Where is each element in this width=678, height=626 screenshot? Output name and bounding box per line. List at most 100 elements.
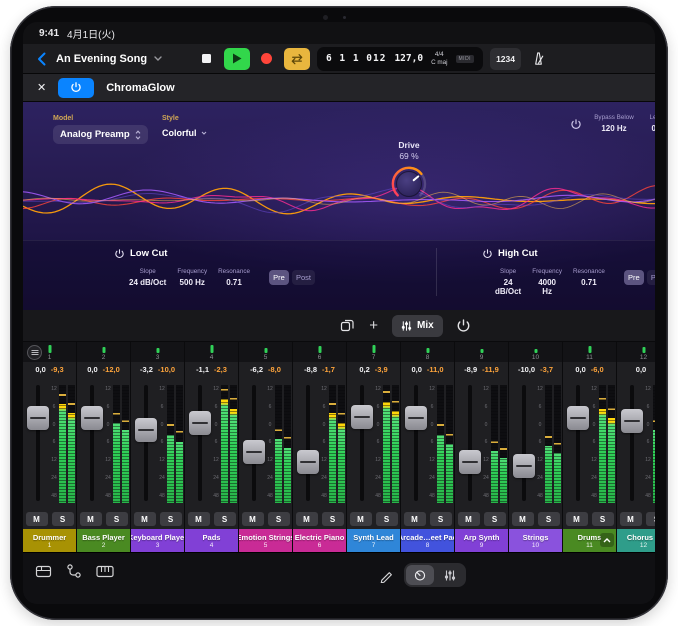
volume-value: -8,9 <box>464 365 477 374</box>
mute-button[interactable]: M <box>134 512 156 526</box>
strip-values: 0,0 <box>617 362 655 377</box>
low-cut-slope[interactable]: Slope 24 dB/Oct <box>129 268 166 287</box>
fader-handle[interactable] <box>297 450 319 474</box>
close-plugin-button[interactable]: ✕ <box>37 81 46 94</box>
solo-button[interactable]: S <box>52 512 74 526</box>
routing-button[interactable] <box>66 563 82 579</box>
fader-handle[interactable] <box>459 450 481 474</box>
mute-button[interactable]: M <box>404 512 426 526</box>
track-label[interactable]: Bass Player 2 <box>77 529 130 552</box>
fader-handle[interactable] <box>351 405 373 429</box>
track-label[interactable]: Keyboard Player 3 <box>131 529 184 552</box>
mixer-options-button[interactable] <box>27 345 42 360</box>
style-control[interactable]: Style Colorful <box>162 115 207 138</box>
low-cut-post-button[interactable]: Post <box>292 270 315 285</box>
plugin-power-button[interactable] <box>58 78 94 98</box>
solo-button[interactable]: S <box>214 512 236 526</box>
solo-button[interactable]: S <box>160 512 182 526</box>
mix-mode-button[interactable]: Mix <box>392 315 443 337</box>
record-button[interactable] <box>257 48 277 70</box>
fader-handle[interactable] <box>189 411 211 435</box>
lcd-display[interactable]: 6 1 1 012 127,0 4/4 C maj MIDI <box>317 47 483 71</box>
model-control[interactable]: Model Analog Preamp <box>53 115 148 144</box>
solo-button[interactable]: S <box>268 512 290 526</box>
fader-handle[interactable] <box>567 406 589 430</box>
track-label[interactable]: Strings 10 <box>509 529 562 552</box>
high-cut-pre-button[interactable]: Pre <box>624 270 644 285</box>
track-label[interactable]: Pads 4 <box>185 529 238 552</box>
track-label[interactable]: Chorus V 12 <box>617 529 655 552</box>
duplicate-button[interactable] <box>340 318 355 333</box>
solo-button[interactable]: S <box>376 512 398 526</box>
mute-button[interactable]: M <box>296 512 318 526</box>
peak-value: -3,9 <box>375 365 388 374</box>
drive-control[interactable]: Drive 69 % <box>379 140 439 209</box>
track-label[interactable]: Drums 11 <box>563 529 616 552</box>
mute-button[interactable]: M <box>350 512 372 526</box>
edit-button[interactable] <box>379 568 394 583</box>
cycle-button[interactable] <box>284 48 310 70</box>
fader-handle[interactable] <box>243 440 265 464</box>
track-label[interactable]: Electric Piano 6 <box>293 529 346 552</box>
fader-handle[interactable] <box>81 406 103 430</box>
solo-button[interactable]: S <box>538 512 560 526</box>
solo-button[interactable]: S <box>322 512 344 526</box>
mute-button[interactable]: M <box>80 512 102 526</box>
mute-button[interactable]: M <box>620 512 642 526</box>
mute-button[interactable]: M <box>458 512 480 526</box>
song-title[interactable]: An Evening Song <box>56 53 147 65</box>
knob-view-button[interactable] <box>406 565 434 585</box>
faders-view-button[interactable] <box>436 565 464 585</box>
bypass-power-button[interactable] <box>571 117 581 135</box>
browser-button[interactable] <box>35 563 52 579</box>
low-cut-frequency[interactable]: Frequency 500 Hz <box>177 268 207 287</box>
high-cut-post-button[interactable]: Post <box>647 270 655 285</box>
stop-button[interactable] <box>197 48 217 70</box>
drive-knob[interactable] <box>389 164 429 204</box>
track-label-number: 9 <box>480 542 484 549</box>
play-button[interactable] <box>224 48 250 70</box>
mute-button[interactable]: M <box>242 512 264 526</box>
track-label[interactable]: Drummer 1 <box>23 529 76 552</box>
solo-button[interactable]: S <box>592 512 614 526</box>
mixer-power-button[interactable] <box>457 319 470 333</box>
fader-handle[interactable] <box>621 409 643 433</box>
high-cut-power-icon[interactable] <box>483 249 492 259</box>
high-cut-frequency[interactable]: Frequency 4000 Hz <box>532 268 562 296</box>
play-surface-button[interactable] <box>96 564 114 579</box>
high-cut-params: Slope 24 dB/Oct Frequency 4000 Hz Resona… <box>495 268 655 296</box>
mute-button[interactable]: M <box>26 512 48 526</box>
fader-handle[interactable] <box>513 454 535 478</box>
fader-handle[interactable] <box>135 418 157 442</box>
mute-button[interactable]: M <box>188 512 210 526</box>
solo-button[interactable]: S <box>484 512 506 526</box>
low-cut-power-icon[interactable] <box>115 249 124 259</box>
low-cut-pre-button[interactable]: Pre <box>269 270 289 285</box>
bypass-below-control[interactable]: Bypass Below 120 Hz <box>586 114 642 133</box>
metronome-button[interactable] <box>528 48 548 70</box>
fader-handle[interactable] <box>405 406 427 430</box>
high-cut-slope[interactable]: Slope 24 dB/Oct <box>495 268 521 296</box>
back-button[interactable] <box>33 48 49 70</box>
level-control[interactable]: Level 0.0 <box>635 114 655 133</box>
track-label[interactable]: Arcade…eet Pad 8 <box>401 529 454 552</box>
fader-handle[interactable] <box>27 406 49 430</box>
main-toolbar: An Evening Song 6 1 1 012 127,0 4/4 C ma… <box>23 44 655 74</box>
low-cut-resonance[interactable]: Resonance 0.71 <box>218 268 250 287</box>
count-in-button[interactable]: 1234 <box>490 48 521 70</box>
mute-button[interactable]: M <box>512 512 534 526</box>
track-label[interactable]: Arp Synth 9 <box>455 529 508 552</box>
solo-button[interactable]: S <box>430 512 452 526</box>
fader-track <box>144 385 148 501</box>
add-track-button[interactable]: + <box>369 318 378 333</box>
peak-tick <box>392 401 399 403</box>
track-label[interactable]: Emotion Strings 5 <box>239 529 292 552</box>
collapse-badge[interactable] <box>600 533 614 547</box>
track-label[interactable]: Synth Lead 7 <box>347 529 400 552</box>
solo-button[interactable]: S <box>106 512 128 526</box>
mute-button[interactable]: M <box>566 512 588 526</box>
high-cut-resonance[interactable]: Resonance 0.71 <box>573 268 605 287</box>
solo-button[interactable]: S <box>646 512 656 526</box>
song-menu-chevron-icon[interactable] <box>154 56 162 61</box>
channel-strip: 1 0,0 -9,3 12606122448 M S Drummer 1 <box>23 342 77 552</box>
